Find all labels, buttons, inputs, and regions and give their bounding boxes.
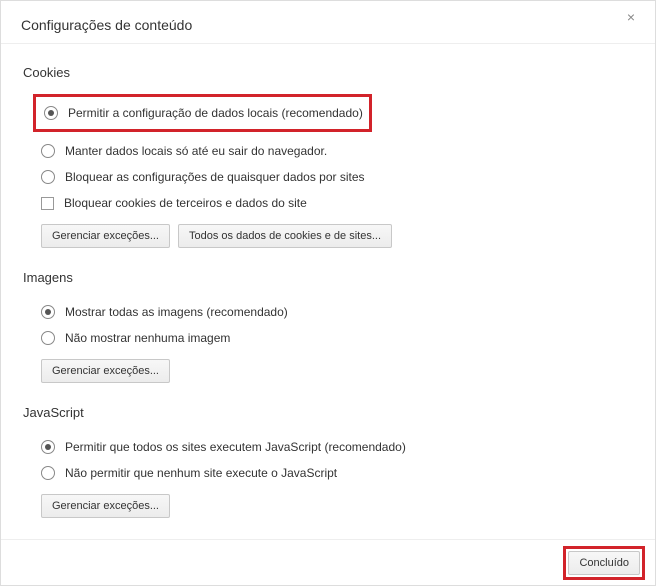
section-cookies: Cookies Permitir a configuração de dados… bbox=[23, 65, 635, 252]
section-title-javascript: JavaScript bbox=[23, 405, 635, 420]
radio-icon[interactable] bbox=[41, 331, 55, 345]
checkbox-icon[interactable] bbox=[41, 197, 54, 210]
option-label: Manter dados locais só até eu sair do na… bbox=[65, 144, 327, 158]
option-label: Não mostrar nenhuma imagem bbox=[65, 331, 230, 345]
js-option-allow[interactable]: Permitir que todos os sites executem Jav… bbox=[23, 434, 635, 460]
cookies-option-block[interactable]: Bloquear as configurações de quaisquer d… bbox=[23, 164, 635, 190]
radio-icon[interactable] bbox=[41, 144, 55, 158]
images-button-row: Gerenciar exceções... bbox=[23, 351, 635, 387]
close-icon[interactable]: × bbox=[621, 7, 641, 27]
section-title-cookies: Cookies bbox=[23, 65, 635, 80]
dialog-titlebar: Configurações de conteúdo × bbox=[1, 1, 655, 44]
all-cookies-data-button[interactable]: Todos os dados de cookies e de sites... bbox=[178, 224, 392, 248]
content-scrollpane[interactable]: Cookies Permitir a configuração de dados… bbox=[1, 47, 655, 539]
cookies-option-session[interactable]: Manter dados locais só até eu sair do na… bbox=[23, 138, 635, 164]
highlight-done-button: Concluído bbox=[563, 546, 645, 580]
radio-icon[interactable] bbox=[41, 440, 55, 454]
images-option-hide[interactable]: Não mostrar nenhuma imagem bbox=[23, 325, 635, 351]
section-images: Imagens Mostrar todas as imagens (recome… bbox=[23, 270, 635, 387]
option-label: Não permitir que nenhum site execute o J… bbox=[65, 466, 337, 480]
radio-icon[interactable] bbox=[41, 305, 55, 319]
option-label: Permitir que todos os sites executem Jav… bbox=[65, 440, 406, 454]
highlight-cookies-allow: Permitir a configuração de dados locais … bbox=[33, 94, 372, 132]
manage-exceptions-button[interactable]: Gerenciar exceções... bbox=[41, 494, 170, 518]
dialog-title: Configurações de conteúdo bbox=[21, 17, 635, 33]
option-label: Permitir a configuração de dados locais … bbox=[68, 106, 363, 120]
cookies-option-allow[interactable]: Permitir a configuração de dados locais … bbox=[36, 100, 363, 126]
cookies-button-row: Gerenciar exceções... Todos os dados de … bbox=[23, 216, 635, 252]
done-button[interactable]: Concluído bbox=[568, 551, 640, 575]
option-label: Mostrar todas as imagens (recomendado) bbox=[65, 305, 288, 319]
section-javascript: JavaScript Permitir que todos os sites e… bbox=[23, 405, 635, 522]
manage-exceptions-button[interactable]: Gerenciar exceções... bbox=[41, 224, 170, 248]
option-label: Bloquear cookies de terceiros e dados do… bbox=[64, 196, 307, 210]
radio-icon[interactable] bbox=[41, 170, 55, 184]
section-title-images: Imagens bbox=[23, 270, 635, 285]
radio-icon[interactable] bbox=[41, 466, 55, 480]
dialog-footer: Concluído bbox=[1, 539, 655, 585]
manage-exceptions-button[interactable]: Gerenciar exceções... bbox=[41, 359, 170, 383]
option-label: Bloquear as configurações de quaisquer d… bbox=[65, 170, 365, 184]
images-option-show[interactable]: Mostrar todas as imagens (recomendado) bbox=[23, 299, 635, 325]
js-button-row: Gerenciar exceções... bbox=[23, 486, 635, 522]
radio-icon[interactable] bbox=[44, 106, 58, 120]
js-option-block[interactable]: Não permitir que nenhum site execute o J… bbox=[23, 460, 635, 486]
cookies-block-thirdparty[interactable]: Bloquear cookies de terceiros e dados do… bbox=[23, 190, 635, 216]
